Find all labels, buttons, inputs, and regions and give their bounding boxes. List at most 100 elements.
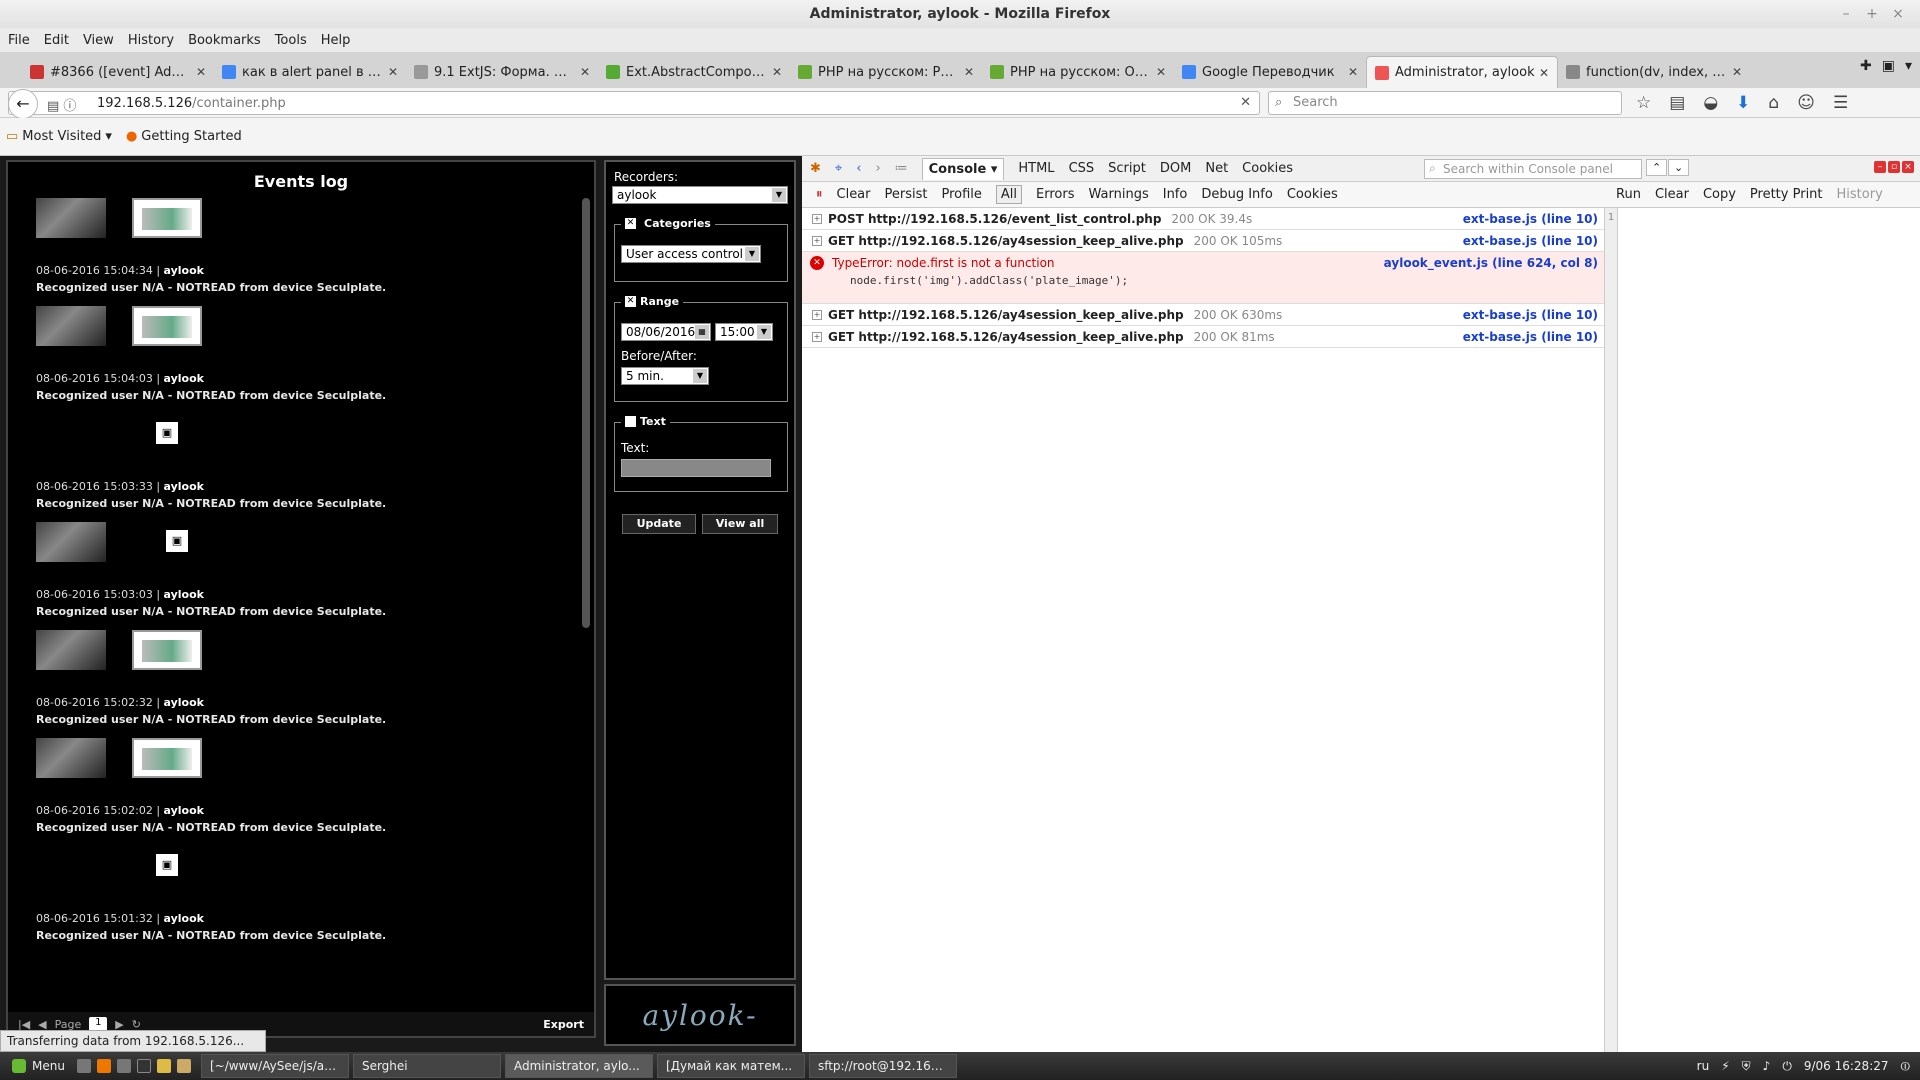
clock[interactable]: 9/06 16:28:27 xyxy=(1804,1059,1889,1074)
event-thumbnail[interactable] xyxy=(36,738,106,778)
run-button[interactable]: Run xyxy=(1616,187,1641,202)
new-tab-icon[interactable]: ✚ xyxy=(1860,58,1872,74)
tab-html[interactable]: HTML xyxy=(1018,161,1054,176)
source-link[interactable]: aylook_event.js (line 624, col 8) xyxy=(1384,256,1598,270)
back-icon[interactable]: ‹ xyxy=(856,161,861,176)
console-search-input[interactable]: ⌕ Search within Console panel xyxy=(1424,159,1642,179)
maximize-icon[interactable]: + xyxy=(1860,0,1884,28)
url-text[interactable]: 192.168.5.126/container.php xyxy=(97,96,286,111)
close-tab-icon[interactable]: ✕ xyxy=(580,65,590,79)
console-error-row[interactable]: ✕ TypeError: node.first is not a functio… xyxy=(802,252,1604,304)
text-toggle-checkbox[interactable] xyxy=(625,416,636,427)
plate-thumbnail[interactable] xyxy=(132,630,202,670)
url-bar[interactable]: ← ▤ ⓘ 192.168.5.126/container.php ✕ xyxy=(8,89,1260,119)
filter-info-button[interactable]: Info xyxy=(1163,187,1188,202)
plate-thumbnail[interactable] xyxy=(132,738,202,778)
browser-tab[interactable]: 9.1 ExtJS: Форма. Просты... ✕ xyxy=(406,56,598,88)
before-after-select[interactable]: 5 min. ▼ xyxy=(621,367,709,385)
categories-select[interactable]: User access control ▼ xyxy=(621,245,761,263)
close-tab-icon[interactable]: ✕ xyxy=(1732,65,1742,79)
firebug-detach-icon[interactable]: ▫ xyxy=(1888,161,1900,173)
console-clear-button[interactable]: Clear xyxy=(837,187,871,202)
back-arrow-icon[interactable]: ← xyxy=(8,89,38,119)
taskbar-window-item[interactable]: sftp://root@192.168... xyxy=(808,1054,957,1078)
pocket-icon[interactable]: ◒ xyxy=(1703,93,1718,113)
expand-icon[interactable]: + xyxy=(812,331,822,342)
recorders-select[interactable]: aylook ▼ xyxy=(612,186,788,204)
tab-script[interactable]: Script xyxy=(1108,161,1146,176)
close-tab-icon[interactable]: ✕ xyxy=(964,65,974,79)
tab-net[interactable]: Net xyxy=(1205,161,1228,176)
plate-thumbnail[interactable] xyxy=(132,198,202,238)
range-toggle[interactable]: ✕ xyxy=(625,296,636,307)
update-button[interactable]: Update xyxy=(622,514,696,534)
event-item[interactable]: 08-06-2016 15:04:03 | aylook Recognized … xyxy=(36,306,386,402)
pretty-print-button[interactable]: Pretty Print xyxy=(1750,187,1823,202)
chat-icon[interactable]: ☺ xyxy=(1797,93,1815,113)
browser-tab[interactable]: Ext.AbstractCompone... ✕ xyxy=(598,56,790,88)
bookmark-star-icon[interactable]: ☆ xyxy=(1636,93,1651,113)
event-thumbnail[interactable] xyxy=(36,198,106,238)
filter-cookies-button[interactable]: Cookies xyxy=(1287,187,1338,202)
taskbar-window-item[interactable]: [Думай как матем... xyxy=(656,1054,805,1078)
firebug-close-icon[interactable]: × xyxy=(1902,161,1914,173)
first-page-icon[interactable]: |◀ xyxy=(18,1018,30,1031)
firefox-launcher-icon[interactable] xyxy=(96,1059,111,1073)
source-link[interactable]: ext-base.js (line 10) xyxy=(1463,212,1598,226)
view-all-button[interactable]: View all xyxy=(702,514,778,534)
menu-help[interactable]: Help xyxy=(321,33,351,48)
inspect-icon[interactable]: ⌖ xyxy=(835,161,842,176)
shutdown-icon[interactable]: ⏼ xyxy=(1901,1059,1911,1074)
browser-tab[interactable]: function(dv, index, no... ✕ xyxy=(1558,56,1750,88)
plate-thumbnail[interactable] xyxy=(132,306,202,346)
refresh-icon[interactable]: ↻ xyxy=(132,1018,141,1031)
shield-icon[interactable]: ⛨ xyxy=(1742,1059,1751,1074)
source-link[interactable]: ext-base.js (line 10) xyxy=(1463,330,1598,344)
chrome-launcher-icon[interactable] xyxy=(156,1059,171,1073)
export-button[interactable]: Export xyxy=(543,1018,584,1031)
downloads-icon[interactable]: ⬇ xyxy=(1736,93,1750,113)
keyboard-layout[interactable]: ru xyxy=(1697,1059,1710,1074)
folder-launcher-icon[interactable] xyxy=(176,1059,191,1073)
text-input[interactable] xyxy=(621,459,771,477)
taskbar-window-item[interactable]: Administrator, aylo... xyxy=(504,1054,653,1078)
firebug-minimize-icon[interactable]: – xyxy=(1874,161,1886,173)
event-item[interactable]: 08-06-2016 15:02:02 | aylook Recognized … xyxy=(36,738,386,834)
console-request-row[interactable]: + GET http://192.168.5.126/ay4session_ke… xyxy=(802,230,1604,252)
tab-cookies[interactable]: Cookies xyxy=(1242,161,1293,176)
tab-css[interactable]: CSS xyxy=(1069,161,1095,176)
source-link[interactable]: ext-base.js (line 10) xyxy=(1463,234,1598,248)
taskbar-window-item[interactable]: Serghei xyxy=(352,1054,501,1078)
close-tab-icon[interactable]: ✕ xyxy=(1539,66,1549,80)
command-editor-icon[interactable]: ≔ xyxy=(895,161,908,176)
filter-errors-button[interactable]: Errors xyxy=(1036,187,1074,202)
close-tab-icon[interactable]: ✕ xyxy=(388,65,398,79)
browser-tab[interactable]: Administrator, aylook ✕ xyxy=(1366,56,1558,88)
home-icon[interactable]: ⌂ xyxy=(1768,93,1779,113)
close-tab-icon[interactable]: ✕ xyxy=(772,65,782,79)
expand-icon[interactable]: + xyxy=(812,213,822,224)
expand-icon[interactable]: + xyxy=(812,309,822,320)
next-page-icon[interactable]: ▶ xyxy=(115,1018,123,1031)
forward-icon[interactable]: › xyxy=(875,161,880,176)
filter-debug-info-button[interactable]: Debug Info xyxy=(1201,187,1273,202)
event-item[interactable]: 08-06-2016 15:04:34 | aylook Recognized … xyxy=(36,198,386,294)
browser-tab[interactable]: PHP на русском: Обр... ✕ xyxy=(982,56,1174,88)
taskbar-window-item[interactable]: [~/www/AySee/js/ay... xyxy=(200,1054,349,1078)
search-prev-icon[interactable]: ⌃ xyxy=(1646,159,1668,176)
url-clear-icon[interactable]: ✕ xyxy=(1240,95,1251,110)
volume-icon[interactable]: ♪ xyxy=(1763,1059,1771,1074)
console-profile-button[interactable]: Profile xyxy=(941,187,981,202)
cmd-clear-button[interactable]: Clear xyxy=(1655,187,1689,202)
event-item[interactable]: 08-06-2016 15:02:32 | aylook Recognized … xyxy=(36,630,386,726)
search-next-icon[interactable]: ⌄ xyxy=(1668,159,1690,176)
firebug-bug-icon[interactable]: ✱ xyxy=(810,161,821,176)
copy-button[interactable]: Copy xyxy=(1703,187,1736,202)
filter-warnings-button[interactable]: Warnings xyxy=(1089,187,1149,202)
close-window-icon[interactable]: × xyxy=(1886,0,1910,28)
event-thumbnail[interactable] xyxy=(36,522,106,562)
show-desktop-icon[interactable] xyxy=(76,1059,91,1073)
close-tab-icon[interactable]: ✕ xyxy=(1348,65,1358,79)
site-identity-icon[interactable]: ▤ ⓘ xyxy=(47,95,76,114)
tab-console[interactable]: Console ▾ xyxy=(921,157,1005,180)
